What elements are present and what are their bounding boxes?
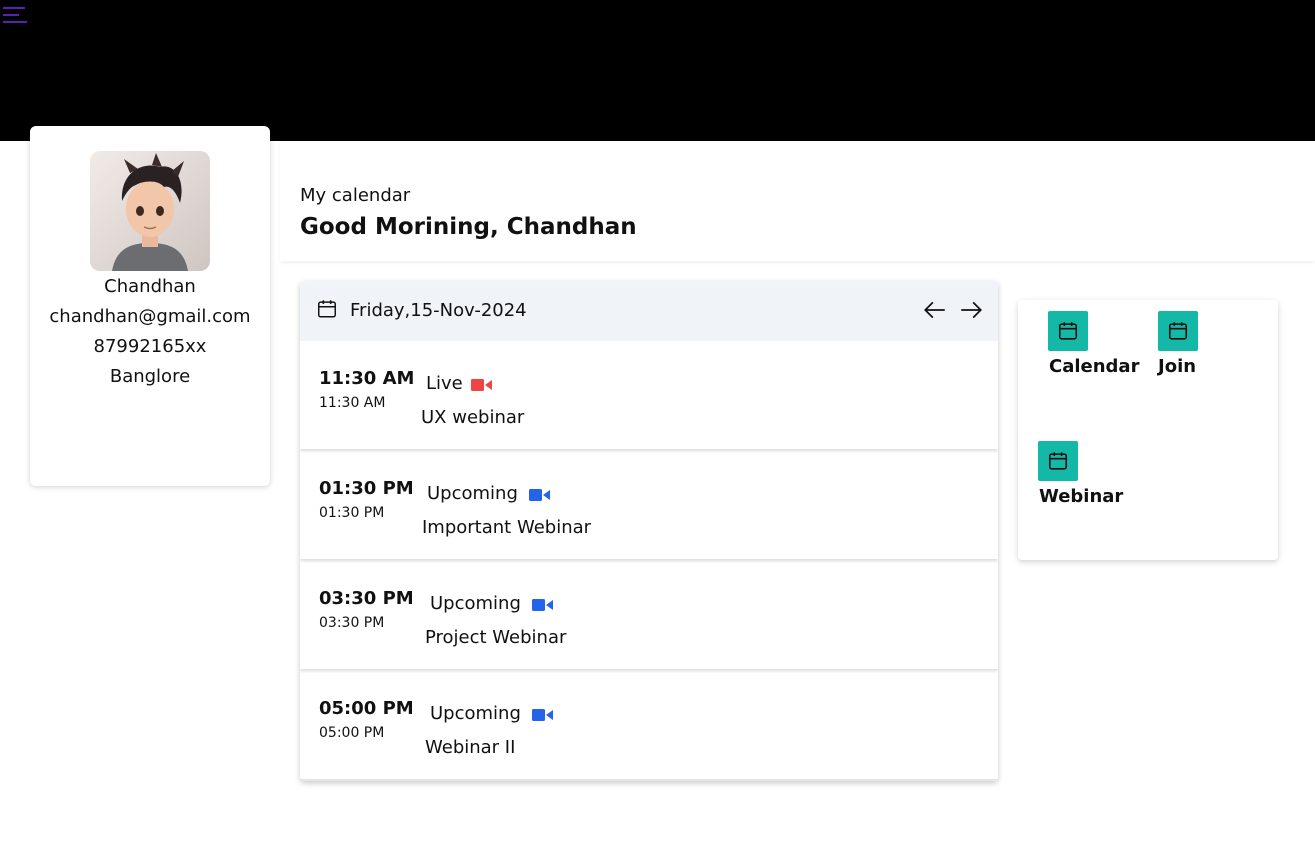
event-status: Upcoming (427, 483, 518, 504)
event-title: Webinar II (425, 737, 516, 758)
profile-card: Chandhan chandhan@gmail.com 87992165xx B… (30, 126, 270, 486)
avatar (90, 151, 210, 271)
event-row[interactable]: 03:30 PM 03:30 PM Upcoming Project Webin… (300, 563, 998, 669)
profile-email: chandhan@gmail.com (49, 306, 251, 327)
event-time-sub: 01:30 PM (319, 505, 385, 521)
schedule-header: Friday,15-Nov-2024 (300, 281, 998, 341)
video-camera-icon (532, 599, 553, 611)
webinar-shortcut-button[interactable] (1038, 441, 1078, 481)
event-time-sub: 05:00 PM (319, 725, 385, 741)
event-time: 05:00 PM (319, 698, 414, 719)
shortcut-label-webinar[interactable]: Webinar (1039, 486, 1123, 507)
arrow-left-icon[interactable] (922, 297, 948, 323)
event-status: Upcoming (430, 593, 521, 614)
arrow-right-icon[interactable] (958, 297, 984, 323)
profile-location: Banglore (109, 366, 191, 387)
calendar-shortcut-button[interactable] (1048, 311, 1088, 351)
video-camera-icon (532, 709, 553, 721)
shortcut-label-calendar[interactable]: Calendar (1049, 356, 1139, 377)
greeting-header: My calendar Good Morining, Chandhan (280, 141, 1315, 261)
event-row[interactable]: 05:00 PM 05:00 PM Upcoming Webinar II (300, 673, 998, 779)
current-date: Friday,15-Nov-2024 (350, 300, 527, 321)
event-time: 03:30 PM (319, 588, 414, 609)
top-header (0, 0, 1315, 141)
calendar-icon (1168, 322, 1188, 340)
page-subtitle: My calendar (300, 185, 411, 206)
shortcut-label-join[interactable]: Join (1158, 356, 1196, 377)
calendar-icon (1048, 452, 1068, 470)
join-shortcut-button[interactable] (1158, 311, 1198, 351)
page-title: Good Morining, Chandhan (300, 214, 637, 240)
event-title: UX webinar (421, 407, 525, 428)
event-status: Upcoming (430, 703, 521, 724)
schedule-panel: Friday,15-Nov-2024 11:30 AM 11:30 AM Liv… (300, 281, 998, 781)
calendar-icon (1058, 322, 1078, 340)
shortcuts-panel: Calendar Join Webinar (1018, 300, 1278, 560)
event-row[interactable]: 01:30 PM 01:30 PM Upcoming Important Web… (300, 453, 998, 559)
event-status: Live (426, 373, 463, 394)
profile-name: Chandhan (104, 276, 196, 297)
calendar-icon (318, 300, 336, 318)
video-camera-icon (529, 489, 550, 501)
event-time-sub: 11:30 AM (319, 395, 386, 411)
event-title: Project Webinar (425, 627, 567, 648)
event-time: 01:30 PM (319, 478, 414, 499)
video-camera-icon (471, 379, 492, 391)
hamburger-menu-icon[interactable] (3, 5, 27, 25)
event-time: 11:30 AM (319, 368, 415, 389)
event-time-sub: 03:30 PM (319, 615, 385, 631)
event-row[interactable]: 11:30 AM 11:30 AM Live UX webinar (300, 343, 998, 449)
profile-phone: 87992165xx (93, 336, 207, 357)
event-title: Important Webinar (422, 517, 592, 538)
